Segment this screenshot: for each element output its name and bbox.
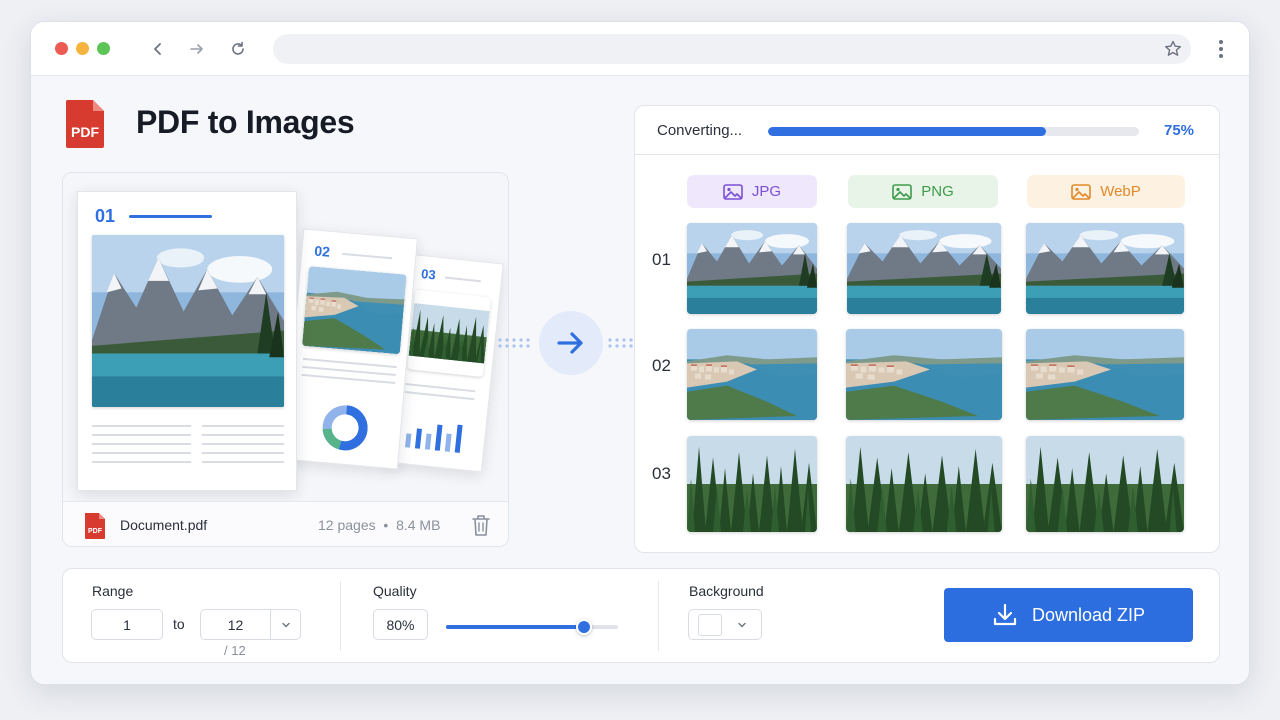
file-icon-text: PDF bbox=[88, 528, 103, 535]
chevron-down-icon bbox=[738, 622, 746, 627]
minimize-window-dot[interactable] bbox=[76, 42, 89, 55]
app-logo-text: PDF bbox=[71, 124, 99, 140]
output-thumbnail[interactable] bbox=[687, 223, 817, 314]
kebab-icon[interactable] bbox=[1211, 38, 1231, 60]
progress-fill bbox=[768, 127, 1047, 136]
output-thumbnail[interactable] bbox=[687, 329, 817, 420]
page-number: 02 bbox=[313, 242, 331, 260]
pdf-file-icon: PDF bbox=[83, 512, 107, 540]
format-tab-webp[interactable]: WebP bbox=[1027, 175, 1185, 208]
back-icon[interactable] bbox=[145, 36, 171, 62]
range-to-label: to bbox=[173, 616, 185, 632]
connector-dots-right bbox=[608, 338, 633, 348]
divider bbox=[658, 581, 659, 651]
bar-chart-graphic bbox=[404, 424, 463, 454]
output-thumbnail[interactable] bbox=[846, 329, 1002, 420]
forward-icon[interactable] bbox=[184, 36, 210, 62]
quality-slider[interactable] bbox=[446, 619, 618, 635]
quality-slider-handle[interactable] bbox=[575, 619, 592, 635]
output-thumbnail[interactable] bbox=[847, 223, 1001, 314]
output-grid: JPG PNG WebP 01 02 03 bbox=[634, 155, 1220, 553]
output-thumbnail[interactable] bbox=[846, 436, 1002, 532]
range-to-select[interactable]: 12 bbox=[200, 609, 301, 640]
quality-label: Quality bbox=[373, 583, 417, 599]
trash-icon[interactable] bbox=[470, 513, 492, 537]
maximize-window-dot[interactable] bbox=[97, 42, 110, 55]
arrow-right-icon bbox=[557, 332, 583, 354]
donut-chart-graphic bbox=[322, 405, 368, 451]
output-thumbnail[interactable] bbox=[1026, 436, 1184, 532]
star-icon[interactable] bbox=[1163, 39, 1183, 59]
range-from-input[interactable]: 1 bbox=[91, 609, 163, 640]
pdf-page-stack: 03 02 01 bbox=[63, 173, 508, 501]
browser-toolbar bbox=[31, 22, 1249, 76]
page-number: 03 bbox=[420, 266, 437, 283]
progress-bar bbox=[768, 127, 1139, 136]
file-meta: 12 pages • 8.4 MB bbox=[318, 517, 441, 533]
reload-icon[interactable] bbox=[225, 36, 251, 62]
connector-dots-left bbox=[498, 338, 530, 348]
progress-label: Converting... bbox=[657, 122, 743, 139]
background-label: Background bbox=[689, 583, 764, 599]
format-tab-png[interactable]: PNG bbox=[848, 175, 998, 208]
row-label: 02 bbox=[652, 356, 671, 375]
convert-arrow bbox=[539, 311, 603, 375]
pdf-page-2: 02 bbox=[283, 228, 418, 470]
download-zip-button[interactable]: Download ZIP bbox=[944, 588, 1193, 642]
file-name: Document.pdf bbox=[120, 517, 208, 533]
image-icon bbox=[892, 183, 913, 200]
quality-slider-fill bbox=[446, 625, 584, 629]
output-thumbnail[interactable] bbox=[1026, 223, 1184, 314]
range-label: Range bbox=[92, 583, 134, 599]
download-icon bbox=[993, 603, 1017, 626]
row-label: 01 bbox=[652, 250, 671, 269]
output-thumbnail[interactable] bbox=[687, 436, 817, 532]
image-icon bbox=[1071, 183, 1092, 200]
chevron-down-icon bbox=[282, 622, 290, 627]
format-label: JPG bbox=[751, 183, 782, 200]
browser-window: PDF PDF to Images 03 02 01 PDF Document.… bbox=[30, 21, 1250, 685]
quality-value[interactable]: 80% bbox=[373, 609, 428, 640]
background-color-select[interactable] bbox=[688, 609, 762, 640]
address-bar[interactable] bbox=[273, 34, 1191, 64]
close-window-dot[interactable] bbox=[55, 42, 68, 55]
file-info-row: PDF Document.pdf 12 pages • 8.4 MB bbox=[63, 501, 508, 546]
pdf-app-logo: PDF bbox=[64, 98, 106, 150]
background-swatch bbox=[698, 613, 722, 636]
page-title: PDF to Images bbox=[136, 104, 355, 140]
page-number: 01 bbox=[95, 206, 116, 226]
image-icon bbox=[723, 183, 743, 200]
download-label: Download ZIP bbox=[1031, 604, 1146, 625]
progress-percent: 75% bbox=[1164, 122, 1195, 139]
pdf-page-1: 01 bbox=[77, 191, 297, 491]
format-tab-jpg[interactable]: JPG bbox=[687, 175, 817, 208]
settings-bar: Range 1 to 12 / 12 Quality 80% Backgroun… bbox=[62, 568, 1220, 663]
output-thumbnail[interactable] bbox=[1026, 329, 1184, 420]
divider bbox=[340, 581, 341, 651]
format-label: PNG bbox=[921, 183, 954, 200]
range-to-value: 12 bbox=[201, 610, 271, 639]
range-total: / 12 bbox=[224, 643, 246, 658]
format-label: WebP bbox=[1100, 183, 1141, 200]
row-label: 03 bbox=[652, 464, 671, 483]
pdf-preview-card: 03 02 01 PDF Document.pdf 12 pages • 8.4… bbox=[62, 172, 509, 547]
conversion-progress: Converting... 75% bbox=[634, 105, 1220, 155]
